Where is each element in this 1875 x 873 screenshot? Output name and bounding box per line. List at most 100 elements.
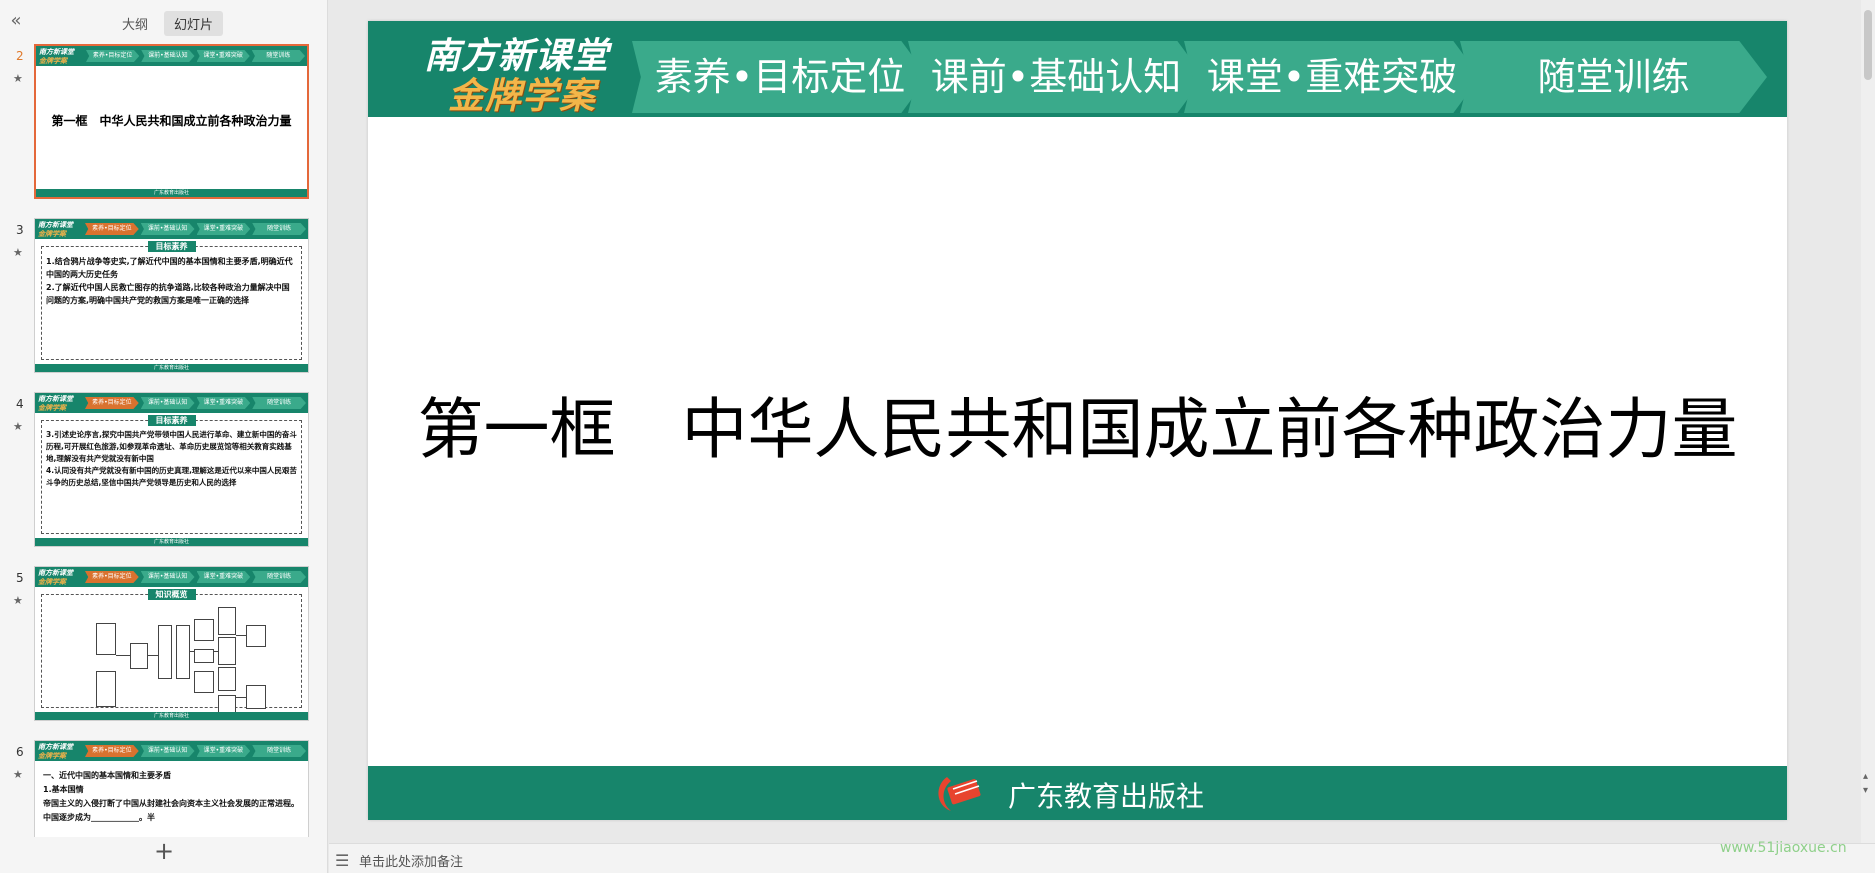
thumb-logo: 南方新课堂 金牌学案	[38, 220, 73, 238]
notes-placeholder[interactable]: 单击此处添加备注	[359, 851, 463, 870]
thumb-nav-item: 课前•基础认知	[140, 397, 195, 409]
thumb-header: 南方新课堂 金牌学案 素养•目标定位 课前•基础认知 课堂•重难突破 随堂训练	[35, 741, 308, 761]
vertical-scrollbar[interactable]: ▴ ▾	[1861, 0, 1875, 843]
slide-thumbnail[interactable]: 南方新课堂 金牌学案 素养•目标定位 课前•基础认知 课堂•重难突破 随堂训练 知…	[34, 566, 309, 721]
thumb-text: 3.引述史论序言,探究中国共产党带领中国人民进行革命、建立新中国的奋斗历程,可开…	[46, 430, 297, 487]
notes-bar[interactable]: ☰ 单击此处添加备注	[329, 843, 1875, 873]
mind-map-node	[96, 671, 116, 707]
thumb-nav-item: 随堂训练	[252, 397, 306, 409]
mind-map-node	[246, 685, 266, 709]
mind-map-connector	[236, 697, 246, 698]
slide-number: 3	[16, 223, 24, 237]
slide-number: 6	[16, 745, 24, 759]
notes-icon: ☰	[335, 851, 350, 870]
mind-map-connector	[116, 655, 130, 656]
nav-item-classroom[interactable]: 课堂•重难突破	[1184, 41, 1480, 113]
thumb-nav-item: 课堂•重难突破	[196, 50, 250, 62]
thumb-logo: 南方新课堂 金牌学案	[39, 47, 74, 65]
thumb-nav-item: 课前•基础认知	[140, 223, 195, 235]
slide-number: 4	[16, 397, 24, 411]
thumbnail-row: 3 ★ 南方新课堂 金牌学案 素养•目标定位 课前•基础认知 课堂•重难突破 随堂…	[0, 216, 318, 376]
thumb-logo: 南方新课堂 金牌学案	[38, 568, 73, 586]
watermark: www.51jiaoxue.cn	[1720, 840, 1847, 856]
slide-thumbnail[interactable]: 南方新课堂 金牌学案 素养•目标定位 课前•基础认知 课堂•重难突破 随堂训练 一…	[34, 740, 309, 837]
mind-map-node	[194, 619, 214, 641]
thumb-footer: 广东教育出版社	[36, 189, 307, 197]
thumb-nav-item: 课堂•重难突破	[196, 571, 251, 583]
thumb-nav-item: 课前•基础认知	[140, 745, 195, 757]
thumb-header: 南方新课堂 金牌学案 素养•目标定位 课前•基础认知 课堂•重难突破 随堂训练	[35, 219, 308, 239]
thumb-box-label: 目标素养	[147, 241, 196, 252]
thumb-box-label: 知识概览	[147, 589, 196, 600]
nav-item-prelesson[interactable]: 课前•基础认知	[908, 41, 1204, 113]
star-icon[interactable]: ★	[13, 594, 23, 607]
thumbnail-row: 6 ★ 南方新课堂 金牌学案 素养•目标定位 课前•基础认知 课堂•重难突破 随堂…	[0, 738, 318, 837]
slide-title[interactable]: 第一框 中华人民共和国成立前各种政治力量	[368, 376, 1787, 472]
thumb-nav-item: 随堂训练	[252, 745, 306, 757]
thumb-title: 第一框 中华人民共和国成立前各种政治力量	[51, 114, 292, 128]
slide-canvas-area: 南方新课堂 金牌学案 素养•目标定位 课前•基础认知 课堂•重难突破 随堂训练 …	[329, 0, 1875, 843]
thumb-nav: 素养•目标定位 课前•基础认知 课堂•重难突破 随堂训练	[85, 571, 306, 583]
thumb-nav-item: 素养•目标定位	[85, 745, 139, 757]
thumb-text: 一、近代中国的基本国情和主要矛盾 1.基本国情 帝国主义的入侵打断了中国从封建社…	[43, 771, 299, 822]
chevron-down-icon[interactable]: ▾	[1863, 784, 1868, 798]
thumb-header: 南方新课堂 金牌学案 素养•目标定位 课前•基础认知 课堂•重难突破 随堂训练	[36, 46, 307, 66]
thumbnail-row: 2 ★ 南方新课堂 金牌学案 素养•目标定位 课前•基础认知 课堂•重难突破 随堂…	[0, 42, 318, 202]
thumb-nav-item: 课堂•重难突破	[196, 745, 251, 757]
thumb-box-label: 目标素养	[147, 415, 196, 426]
thumb-content-box: 目标素养 3.引述史论序言,探究中国共产党带领中国人民进行革命、建立新中国的奋斗…	[41, 415, 302, 534]
slide-footer-banner: 广东教育出版社	[368, 766, 1787, 820]
scrollbar-thumb[interactable]	[1864, 10, 1872, 80]
plus-icon[interactable]: +	[152, 839, 176, 864]
star-icon[interactable]: ★	[13, 246, 23, 259]
thumb-nav-item: 课前•基础认知	[140, 571, 195, 583]
thumb-nav-item: 随堂训练	[251, 50, 305, 62]
star-icon[interactable]: ★	[13, 420, 23, 433]
double-chevron-left-icon[interactable]: «	[6, 10, 26, 32]
tab-slides[interactable]: 幻灯片	[164, 11, 224, 36]
mind-map-connector	[236, 635, 246, 636]
mind-map-node	[218, 607, 236, 635]
mind-map-connector	[148, 655, 158, 656]
thumb-footer: 广东教育出版社	[35, 364, 308, 372]
slide-number: 5	[16, 571, 24, 585]
slide-thumbnail-panel: « 大纲 幻灯片 2 ★ 南方新课堂 金牌学案 素养•目标定位 课前•基础认知 课…	[0, 0, 328, 873]
star-icon[interactable]: ★	[13, 768, 23, 781]
thumb-nav: 素养•目标定位 课前•基础认知 课堂•重难突破 随堂训练	[85, 397, 306, 409]
slide-thumbnail[interactable]: 南方新课堂 金牌学案 素养•目标定位 课前•基础认知 课堂•重难突破 随堂训练 第…	[34, 44, 309, 199]
slide-thumbnail[interactable]: 南方新课堂 金牌学案 素养•目标定位 课前•基础认知 课堂•重难突破 随堂训练 目…	[34, 392, 309, 547]
thumb-nav-item: 随堂训练	[252, 223, 306, 235]
thumb-nav-item: 课堂•重难突破	[196, 223, 251, 235]
thumb-nav: 素养•目标定位 课前•基础认知 课堂•重难突破 随堂训练	[85, 223, 306, 235]
star-icon[interactable]: ★	[13, 72, 23, 85]
brand-logo-line2: 金牌学案	[448, 75, 597, 117]
slide-header-banner: 南方新课堂 金牌学案 素养•目标定位 课前•基础认知 课堂•重难突破 随堂训练	[368, 21, 1787, 117]
thumb-nav-item: 随堂训练	[252, 571, 306, 583]
thumb-nav-item: 课堂•重难突破	[196, 397, 251, 409]
tab-outline[interactable]: 大纲	[112, 11, 158, 36]
slide-thumbnail[interactable]: 南方新课堂 金牌学案 素养•目标定位 课前•基础认知 课堂•重难突破 随堂训练 目…	[34, 218, 309, 373]
chevron-up-icon[interactable]: ▴	[1863, 770, 1868, 784]
thumb-nav-item: 课前•基础认知	[141, 50, 195, 62]
thumb-logo: 南方新课堂 金牌学案	[38, 742, 73, 760]
slide-section-nav: 素养•目标定位 课前•基础认知 课堂•重难突破 随堂训练	[632, 41, 1767, 113]
thumb-content-box: 目标素养 1.结合鸦片战争等史实,了解近代中国的基本国情和主要矛盾,明确近代中国…	[41, 241, 302, 360]
thumb-header: 南方新课堂 金牌学案 素养•目标定位 课前•基础认知 课堂•重难突破 随堂训练	[35, 393, 308, 413]
nav-item-practice[interactable]: 随堂训练	[1460, 41, 1767, 113]
thumb-nav: 素养•目标定位 课前•基础认知 课堂•重难突破 随堂训练	[85, 745, 306, 757]
nav-item-goals[interactable]: 素养•目标定位	[632, 41, 928, 113]
scroll-arrows[interactable]: ▴ ▾	[1863, 770, 1868, 798]
thumb-text: 1.结合鸦片战争等史实,了解近代中国的基本国情和主要矛盾,明确近代中国的两大历史…	[46, 257, 293, 305]
mind-map-node	[130, 643, 148, 669]
thumbnail-list: 2 ★ 南方新课堂 金牌学案 素养•目标定位 课前•基础认知 课堂•重难突破 随堂…	[0, 42, 318, 837]
thumb-content-box: 知识概览	[41, 589, 302, 719]
publisher-logo-icon	[938, 777, 981, 811]
thumb-nav-item: 素养•目标定位	[86, 50, 140, 62]
current-slide[interactable]: 南方新课堂 金牌学案 素养•目标定位 课前•基础认知 课堂•重难突破 随堂训练 …	[368, 21, 1787, 820]
mind-map-node	[246, 625, 266, 647]
thumb-nav-item: 素养•目标定位	[85, 397, 139, 409]
mind-map-node	[96, 623, 116, 655]
mind-map-node	[194, 671, 214, 693]
view-tabs: 大纲 幻灯片	[112, 11, 224, 36]
mind-map-node	[194, 649, 214, 663]
